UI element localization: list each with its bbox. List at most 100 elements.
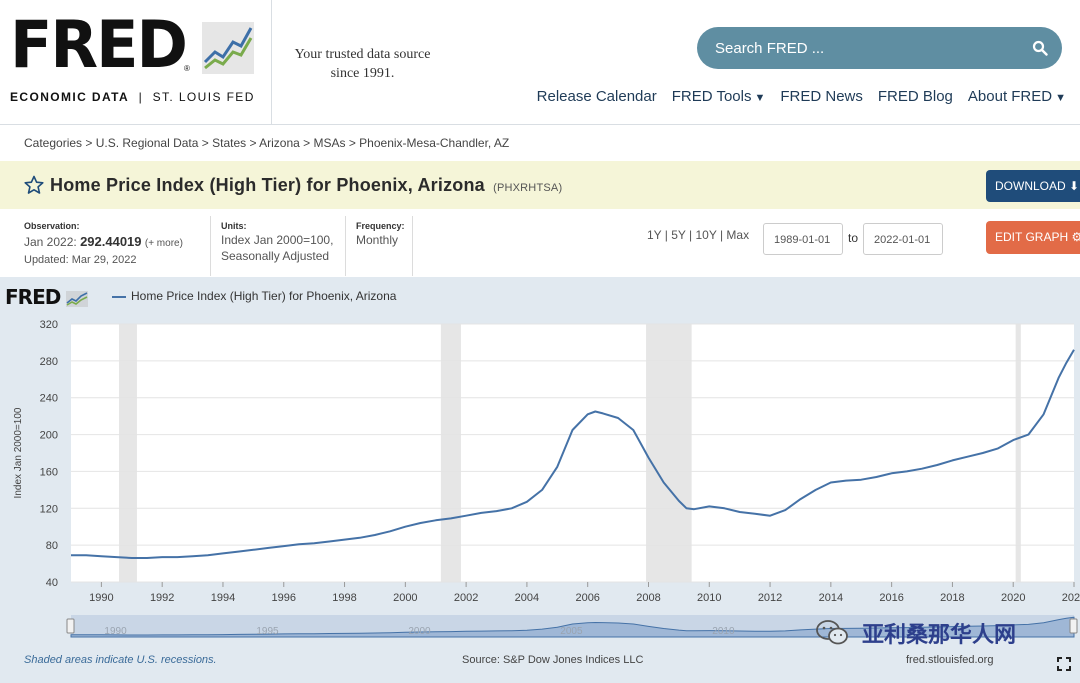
- range-selector[interactable]: 1Y | 5Y | 10Y | Max: [647, 228, 749, 242]
- y-tick-label: 320: [40, 319, 58, 331]
- recession-band: [119, 324, 137, 582]
- observation-label: Observation:: [24, 221, 80, 231]
- observation-more-link[interactable]: (+ more): [145, 238, 183, 249]
- x-tick-label: 2016: [879, 592, 903, 604]
- meta-divider: [210, 216, 211, 276]
- logo-graph-icon: [202, 22, 254, 74]
- units-label: Units:: [221, 221, 247, 231]
- series-title-text: Home Price Index (High Tier) for Phoenix…: [50, 175, 485, 195]
- frequency-label: Frequency:: [356, 221, 405, 231]
- x-tick-label: 2018: [940, 592, 964, 604]
- recession-note[interactable]: Shaded areas indicate U.S. recessions.: [24, 654, 217, 666]
- x-tick-label: 2022: [1062, 592, 1080, 604]
- end-date-input[interactable]: 2022-01-01: [863, 223, 943, 255]
- breadcrumb[interactable]: Categories > U.S. Regional Data > States…: [24, 136, 509, 150]
- units-line-2: Seasonally Adjusted: [221, 249, 330, 263]
- y-axis-label: Index Jan 2000=100: [13, 407, 24, 498]
- tagline-line-1: Your trusted data source: [294, 47, 431, 62]
- nav-fred-tools[interactable]: FRED Tools ▼: [672, 88, 766, 105]
- x-tick-label: 2006: [575, 592, 599, 604]
- nav-about-fred[interactable]: About FRED ▼: [968, 88, 1066, 105]
- navigator-tick-label: 1995: [256, 626, 279, 637]
- meta-divider: [345, 216, 346, 276]
- site-url: fred.stlouisfed.org: [906, 654, 994, 666]
- x-tick-label: 2014: [819, 592, 843, 604]
- nav-fred-news[interactable]: FRED News: [780, 88, 863, 105]
- meta-divider: [412, 216, 413, 276]
- search-icon[interactable]: [1032, 40, 1048, 56]
- y-tick-label: 280: [40, 356, 58, 368]
- watermark-text: 亚利桑那华人网: [862, 622, 1017, 647]
- y-tick-label: 40: [46, 577, 58, 589]
- search-input[interactable]: [715, 27, 1015, 69]
- download-button[interactable]: DOWNLOAD ⬇: [986, 170, 1080, 202]
- tagline-line-2: since 1991.: [330, 66, 395, 81]
- x-tick-label: 2012: [758, 592, 782, 604]
- chevron-down-icon: ▼: [1055, 92, 1066, 104]
- navigator-tick-label: 2010: [712, 626, 735, 637]
- source-note: Source: S&P Dow Jones Indices LLC: [462, 654, 644, 666]
- x-tick-label: 1990: [89, 592, 113, 604]
- date-range-to-label: to: [848, 231, 859, 245]
- nav-label: Release Calendar: [536, 88, 657, 105]
- logo-registered-mark: ®: [184, 64, 190, 73]
- series-id: (PHXRHTSA): [493, 182, 563, 194]
- x-tick-label: 2002: [454, 592, 478, 604]
- chart-area: FRED Home Price Index (High Tier) for Ph…: [0, 277, 1080, 683]
- navigator-left-handle[interactable]: [66, 618, 75, 634]
- wechat-icon: [816, 620, 848, 645]
- updated-date: Updated: Mar 29, 2022: [24, 254, 137, 266]
- fullscreen-icon[interactable]: [1057, 657, 1071, 671]
- y-tick-label: 160: [40, 466, 58, 478]
- x-tick-label: 2008: [636, 592, 660, 604]
- x-tick-label: 1992: [150, 592, 174, 604]
- x-tick-label: 1996: [272, 592, 296, 604]
- nav-label: FRED Tools: [671, 88, 752, 105]
- download-icon: ⬇: [1069, 179, 1080, 193]
- recession-band: [1015, 324, 1021, 582]
- nav-label: About FRED: [967, 88, 1053, 105]
- navigator-right-handle[interactable]: [1069, 618, 1078, 634]
- series-title: Home Price Index (High Tier) for Phoenix…: [50, 175, 562, 196]
- observation-line: Jan 2022: 292.44019 (+ more): [24, 234, 183, 252]
- x-tick-label: 2010: [697, 592, 721, 604]
- navigator-tick-label: 2000: [408, 626, 431, 637]
- recession-band: [440, 324, 461, 582]
- y-tick-label: 240: [40, 393, 58, 405]
- site-header: FRED ® ECONOMIC DATA | ST. LOUIS FED You…: [0, 0, 1080, 125]
- x-tick-label: 1994: [211, 592, 235, 604]
- nav-release-calendar[interactable]: Release Calendar: [537, 88, 657, 105]
- fred-logo[interactable]: FRED ® ECONOMIC DATA | ST. LOUIS FED: [0, 0, 272, 125]
- logo-wordmark: FRED: [10, 6, 188, 83]
- gear-icon: ⚙: [1071, 230, 1080, 244]
- navigator-tick-label: 1990: [104, 626, 127, 637]
- logo-sub-economic-data: ECONOMIC DATA: [10, 90, 130, 104]
- chevron-down-icon: ▼: [754, 92, 766, 104]
- observation-date: Jan 2022:: [24, 235, 77, 249]
- y-tick-label: 200: [40, 430, 58, 442]
- logo-subtitle: ECONOMIC DATA | ST. LOUIS FED: [10, 90, 255, 104]
- edit-graph-button[interactable]: EDIT GRAPH ⚙: [986, 221, 1080, 254]
- start-date-input[interactable]: 1989-01-01: [763, 223, 843, 255]
- download-label: DOWNLOAD: [995, 179, 1066, 193]
- x-tick-label: 2000: [393, 592, 417, 604]
- x-tick-label: 1998: [332, 592, 356, 604]
- edit-graph-label: EDIT GRAPH: [995, 230, 1069, 244]
- nav-label: FRED Blog: [877, 88, 953, 105]
- units-line-1: Index Jan 2000=100,: [221, 233, 334, 247]
- search-bar: [697, 27, 1062, 69]
- y-tick-label: 120: [40, 503, 58, 515]
- top-navigation: Release Calendar FRED Tools ▼ FRED News F…: [537, 88, 1066, 105]
- recession-band: [646, 324, 692, 582]
- logo-sub-separator: |: [138, 90, 144, 104]
- navigator-tick-label: 2005: [560, 626, 583, 637]
- observation-value: 292.44019: [80, 234, 142, 249]
- star-icon[interactable]: [24, 175, 44, 195]
- frequency-value: Monthly: [356, 233, 399, 247]
- nav-fred-blog[interactable]: FRED Blog: [878, 88, 953, 105]
- x-tick-label: 2020: [1001, 592, 1025, 604]
- series-title-band: Home Price Index (High Tier) for Phoenix…: [0, 161, 1080, 209]
- plot-background: [71, 324, 1074, 582]
- x-tick-label: 2004: [515, 592, 539, 604]
- y-tick-label: 80: [46, 540, 58, 552]
